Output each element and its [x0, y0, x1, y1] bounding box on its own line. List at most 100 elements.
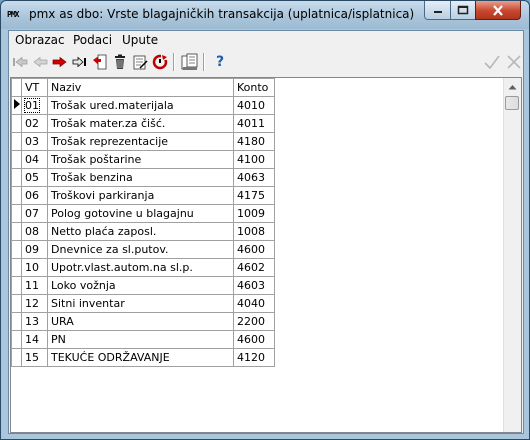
cell-konto[interactable]: 4120 [233, 348, 275, 367]
row-indicator[interactable] [11, 312, 22, 331]
column-header-konto[interactable]: Konto [233, 78, 275, 97]
row-indicator[interactable] [11, 204, 22, 223]
cell-vt[interactable]: 11 [21, 276, 48, 295]
menu-upute[interactable]: Upute [122, 33, 158, 47]
cell-vt[interactable]: 15 [21, 348, 48, 367]
column-header-naziv[interactable]: Naziv [47, 78, 234, 97]
cell-naziv[interactable]: Trošak benzina [47, 168, 234, 187]
help-button[interactable]: ? [211, 53, 229, 71]
row-indicator[interactable] [11, 222, 22, 241]
cell-naziv[interactable]: Troškovi parkiranja [47, 186, 234, 205]
row-indicator[interactable] [11, 168, 22, 187]
row-indicator[interactable] [11, 330, 22, 349]
cell-konto[interactable]: 4602 [233, 258, 275, 277]
menu-podaci[interactable]: Podaci [73, 33, 112, 47]
close-button[interactable] [475, 1, 521, 20]
column-header-vt[interactable]: VT [21, 78, 48, 97]
cell-naziv[interactable]: TEKUĆE ODRŽAVANJE [47, 348, 234, 367]
cell-vt[interactable]: 05 [21, 168, 48, 187]
table-row[interactable]: 03 Trošak reprezentacije 4180 [11, 132, 275, 151]
refresh-button[interactable] [151, 53, 169, 71]
cell-vt[interactable]: 14 [21, 330, 48, 349]
cell-vt[interactable]: 09 [21, 240, 48, 259]
table-row[interactable]: 11 Loko vožnja 4603 [11, 276, 275, 295]
delete-button[interactable] [111, 53, 129, 71]
edit-button[interactable] [131, 53, 149, 71]
row-indicator[interactable] [11, 132, 22, 151]
confirm-button[interactable] [483, 53, 501, 71]
row-indicator[interactable] [11, 150, 22, 169]
new-record-button[interactable] [91, 53, 109, 71]
table-row[interactable]: 15 TEKUĆE ODRŽAVANJE 4120 [11, 348, 275, 367]
cell-naziv[interactable]: Polog gotovine u blagajnu [47, 204, 234, 223]
last-record-button[interactable] [71, 53, 89, 71]
table-row[interactable]: 05 Trošak benzina 4063 [11, 168, 275, 187]
table-row[interactable]: 12 Sitni inventar 4040 [11, 294, 275, 313]
print-preview-button[interactable] [181, 53, 199, 71]
cell-vt[interactable]: 07 [21, 204, 48, 223]
minimize-button[interactable] [424, 1, 451, 20]
cell-naziv[interactable]: Trošak ured.materijala [47, 96, 234, 115]
cell-vt[interactable]: 13 [21, 312, 48, 331]
cell-naziv[interactable]: Loko vožnja [47, 276, 234, 295]
table-row[interactable]: 04 Trošak poštarine 4100 [11, 150, 275, 169]
cell-konto[interactable]: 4603 [233, 276, 275, 295]
cell-naziv[interactable]: Dnevnice za sl.putov. [47, 240, 234, 259]
cell-naziv[interactable]: Trošak reprezentacije [47, 132, 234, 151]
cell-konto[interactable]: 4040 [233, 294, 275, 313]
cell-vt[interactable]: 01 [21, 96, 48, 115]
cell-naziv[interactable]: PN [47, 330, 234, 349]
table-row[interactable]: 10 Upotr.vlast.autom.na sl.p. 4602 [11, 258, 275, 277]
table-row[interactable]: 07 Polog gotovine u blagajnu 1009 [11, 204, 275, 223]
cell-konto[interactable]: 1008 [233, 222, 275, 241]
cancel-button[interactable] [505, 53, 523, 71]
row-indicator[interactable] [11, 96, 22, 115]
menu-obrazac[interactable]: Obrazac [15, 33, 65, 47]
cell-naziv[interactable]: Trošak poštarine [47, 150, 234, 169]
cell-konto[interactable]: 4600 [233, 240, 275, 259]
cell-vt[interactable]: 10 [21, 258, 48, 277]
cell-konto[interactable]: 4010 [233, 96, 275, 115]
cell-konto[interactable]: 4011 [233, 114, 275, 133]
scroll-up-button[interactable] [504, 78, 521, 95]
table-row[interactable]: 08 Netto plaća zaposl. 1008 [11, 222, 275, 241]
table-row[interactable]: 01 Trošak ured.materijala 4010 [11, 96, 275, 115]
table-row[interactable]: 13 URA 2200 [11, 312, 275, 331]
cell-konto[interactable]: 4175 [233, 186, 275, 205]
vertical-scrollbar[interactable] [503, 78, 521, 432]
first-record-button[interactable] [11, 53, 29, 71]
maximize-button[interactable] [450, 1, 476, 20]
cell-konto[interactable]: 4063 [233, 168, 275, 187]
cell-vt[interactable]: 03 [21, 132, 48, 151]
data-grid[interactable]: VT Naziv Konto 01 Trošak ured.materijala 4… [10, 77, 522, 433]
cell-naziv[interactable]: Upotr.vlast.autom.na sl.p. [47, 258, 234, 277]
row-indicator[interactable] [11, 258, 22, 277]
cell-konto[interactable]: 4600 [233, 330, 275, 349]
scroll-thumb[interactable] [505, 96, 519, 110]
row-indicator[interactable] [11, 186, 22, 205]
row-indicator[interactable] [11, 348, 22, 367]
row-indicator[interactable] [11, 276, 22, 295]
table-row[interactable]: 02 Trošak mater.za čišć. 4011 [11, 114, 275, 133]
cell-vt[interactable]: 06 [21, 186, 48, 205]
cell-konto[interactable]: 4100 [233, 150, 275, 169]
cell-vt[interactable]: 02 [21, 114, 48, 133]
row-indicator[interactable] [11, 294, 22, 313]
cell-vt[interactable]: 08 [21, 222, 48, 241]
cell-naziv[interactable]: Trošak mater.za čišć. [47, 114, 234, 133]
cell-naziv[interactable]: Netto plaća zaposl. [47, 222, 234, 241]
cell-konto[interactable]: 1009 [233, 204, 275, 223]
table-row[interactable]: 09 Dnevnice za sl.putov. 4600 [11, 240, 275, 259]
cell-naziv[interactable]: Sitni inventar [47, 294, 234, 313]
table-row[interactable]: 14 PN 4600 [11, 330, 275, 349]
row-indicator[interactable] [11, 240, 22, 259]
cell-vt[interactable]: 04 [21, 150, 48, 169]
title-bar[interactable]: PMX pmx as dbo: Vrste blagajničkih trans… [1, 1, 529, 29]
cell-konto[interactable]: 4180 [233, 132, 275, 151]
row-indicator[interactable] [11, 114, 22, 133]
cell-vt[interactable]: 12 [21, 294, 48, 313]
next-record-button[interactable] [51, 53, 69, 71]
prev-record-button[interactable] [31, 53, 49, 71]
table-row[interactable]: 06 Troškovi parkiranja 4175 [11, 186, 275, 205]
cell-naziv[interactable]: URA [47, 312, 234, 331]
